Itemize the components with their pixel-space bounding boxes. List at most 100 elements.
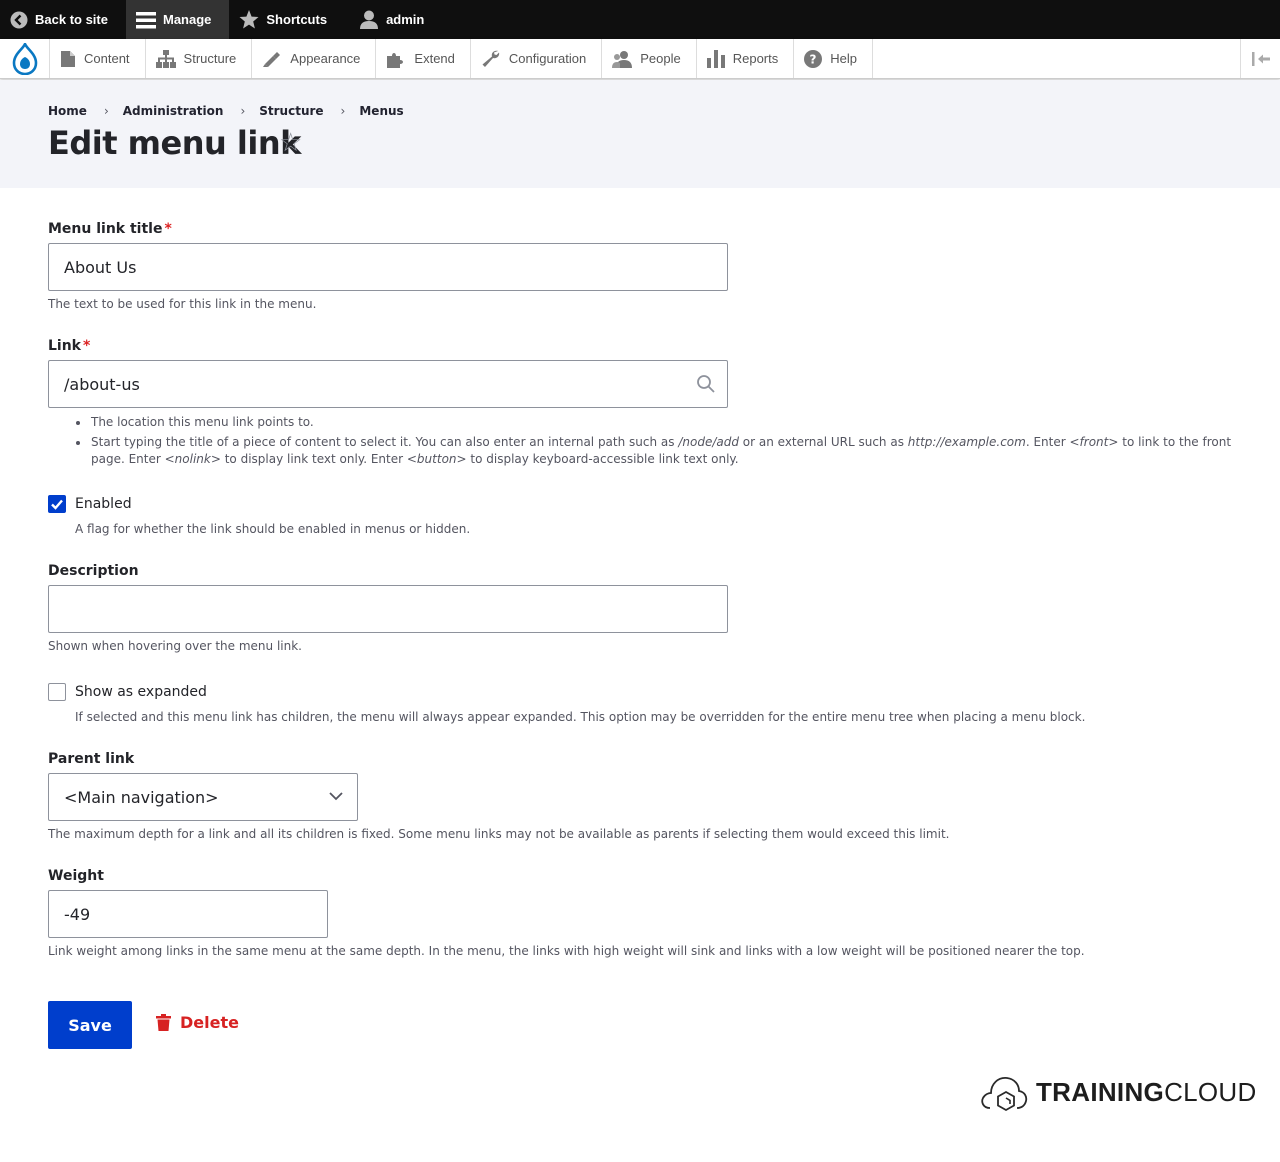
shortcuts-tab[interactable]: Shortcuts bbox=[229, 0, 345, 39]
tray-item-people[interactable]: People bbox=[602, 39, 697, 78]
enabled-description: A flag for whether the link should be en… bbox=[75, 522, 471, 536]
trash-icon bbox=[156, 1014, 171, 1031]
user-tab[interactable]: admin bbox=[345, 0, 442, 39]
link-help-item: The location this menu link points to. bbox=[76, 414, 1241, 431]
menu-link-title-description: The text to be used for this link in the… bbox=[48, 297, 317, 311]
shortcuts-label: Shortcuts bbox=[266, 12, 328, 27]
link-label-text: Link bbox=[48, 338, 81, 354]
add-shortcut-star-icon[interactable]: ☆ bbox=[279, 130, 302, 156]
parent-link-label: Parent link bbox=[48, 751, 135, 767]
bar-chart-icon bbox=[706, 49, 725, 68]
back-arrow-icon bbox=[10, 11, 28, 28]
breadcrumb-separator: › bbox=[240, 104, 246, 118]
link-help-list: The location this menu link points to. S… bbox=[76, 414, 1241, 471]
star-icon bbox=[239, 10, 259, 29]
help-text: or an external URL such as bbox=[738, 435, 908, 449]
parent-link-select[interactable]: <Main navigation> bbox=[48, 773, 358, 821]
puzzle-icon bbox=[387, 52, 404, 68]
required-marker: * bbox=[83, 338, 91, 354]
file-icon bbox=[61, 50, 75, 67]
back-to-site-link[interactable]: Back to site bbox=[0, 0, 126, 39]
help-text: to display link text only. Enter bbox=[220, 452, 407, 466]
show-expanded-checkbox[interactable] bbox=[48, 683, 66, 701]
tray-item-label: Configuration bbox=[508, 51, 587, 66]
breadcrumb-administration[interactable]: Administration bbox=[123, 104, 224, 118]
wrench-icon bbox=[482, 50, 500, 67]
menu-link-title-label-text: Menu link title bbox=[48, 221, 163, 237]
breadcrumb: Home › Administration › Structure › Menu… bbox=[48, 104, 404, 118]
tray-item-label: Help bbox=[830, 51, 857, 66]
parent-link-selected-value: <Main navigation> bbox=[64, 788, 219, 807]
link-label: Link * bbox=[48, 338, 90, 354]
tray-item-configuration[interactable]: Configuration bbox=[471, 39, 603, 78]
help-example-button: <button> bbox=[406, 452, 467, 466]
tray-item-label: People bbox=[640, 51, 681, 66]
help-example-node-add: /node/add bbox=[678, 435, 739, 449]
breadcrumb-home[interactable]: Home bbox=[48, 104, 87, 118]
description-label: Description bbox=[48, 563, 139, 579]
tray-item-appearance[interactable]: Appearance bbox=[252, 39, 377, 78]
user-icon bbox=[360, 10, 379, 29]
breadcrumb-structure[interactable]: Structure bbox=[259, 104, 323, 118]
tray-item-label: Reports bbox=[732, 51, 779, 66]
delete-label: Delete bbox=[180, 1013, 239, 1032]
back-to-site-label: Back to site bbox=[35, 12, 108, 27]
tray-item-extend[interactable]: Extend bbox=[376, 39, 471, 78]
delete-link[interactable]: Delete bbox=[156, 1013, 239, 1032]
help-example-front: <front> bbox=[1069, 435, 1119, 449]
page-header: Home › Administration › Structure › Menu… bbox=[0, 80, 1280, 188]
menu-link-title-label: Menu link title * bbox=[48, 221, 172, 237]
admin-toolbar: Back to site Manage Shortcuts admin bbox=[0, 0, 1280, 39]
link-input[interactable] bbox=[48, 360, 728, 408]
description-help: Shown when hovering over the menu link. bbox=[48, 639, 302, 653]
people-icon bbox=[612, 50, 633, 68]
save-button[interactable]: Save bbox=[48, 1001, 132, 1049]
show-expanded-description: If selected and this menu link has child… bbox=[75, 710, 1086, 724]
cloud-logo-icon bbox=[981, 1077, 1028, 1112]
breadcrumb-separator: › bbox=[340, 104, 346, 118]
breadcrumb-menus[interactable]: Menus bbox=[359, 104, 403, 118]
menu-link-title-input[interactable] bbox=[48, 243, 728, 291]
chevron-down-icon bbox=[329, 792, 343, 801]
brand-bold-text: TRAINING bbox=[1036, 1076, 1165, 1107]
description-input[interactable] bbox=[48, 585, 728, 633]
svg-text:?: ? bbox=[810, 52, 817, 66]
tray-item-structure[interactable]: Structure bbox=[146, 39, 253, 78]
help-example-url: http://example.com bbox=[907, 435, 1026, 449]
enabled-checkbox[interactable] bbox=[48, 495, 66, 513]
paintbrush-icon bbox=[263, 51, 281, 67]
weight-label: Weight bbox=[48, 868, 104, 884]
tray-item-content[interactable]: Content bbox=[50, 39, 146, 78]
hamburger-icon bbox=[135, 11, 156, 28]
user-label: admin bbox=[386, 12, 425, 27]
drupal-logo[interactable] bbox=[0, 39, 50, 78]
breadcrumb-separator: › bbox=[103, 104, 109, 118]
tray-item-label: Appearance bbox=[290, 51, 361, 66]
tray-item-label: Extend bbox=[414, 51, 455, 66]
weight-description: Link weight among links in the same menu… bbox=[48, 944, 1085, 958]
help-text: . Enter bbox=[1025, 435, 1070, 449]
brand-wordmark: TRAININGCLOUD bbox=[1036, 1077, 1257, 1108]
manage-label: Manage bbox=[162, 12, 212, 27]
checkmark-icon bbox=[51, 499, 63, 510]
admin-tray: Content Structure Appearance Extend Conf… bbox=[0, 39, 1280, 79]
help-text: Start typing the title of a piece of con… bbox=[91, 435, 679, 449]
brand-light-text: CLOUD bbox=[1164, 1076, 1257, 1107]
tray-item-help[interactable]: ? Help bbox=[794, 39, 873, 78]
weight-input[interactable] bbox=[48, 890, 328, 938]
tray-item-reports[interactable]: Reports bbox=[697, 39, 795, 78]
trainingcloud-logo: TRAININGCLOUD bbox=[980, 1072, 1257, 1112]
tray-item-label: Content bbox=[84, 51, 130, 66]
tray-orientation-toggle[interactable] bbox=[1240, 39, 1280, 78]
search-icon bbox=[697, 375, 715, 393]
page-title: Edit menu link bbox=[48, 124, 301, 162]
sitemap-icon bbox=[155, 49, 176, 68]
enabled-label[interactable]: Enabled bbox=[75, 496, 132, 512]
manage-tab[interactable]: Manage bbox=[125, 0, 230, 39]
help-icon: ? bbox=[804, 49, 823, 68]
parent-link-description: The maximum depth for a link and all its… bbox=[48, 827, 950, 841]
show-expanded-label[interactable]: Show as expanded bbox=[75, 684, 207, 700]
tray-item-label: Structure bbox=[183, 51, 237, 66]
help-example-nolink: <nolink> bbox=[164, 452, 221, 466]
drupal-drop-icon bbox=[12, 42, 37, 75]
